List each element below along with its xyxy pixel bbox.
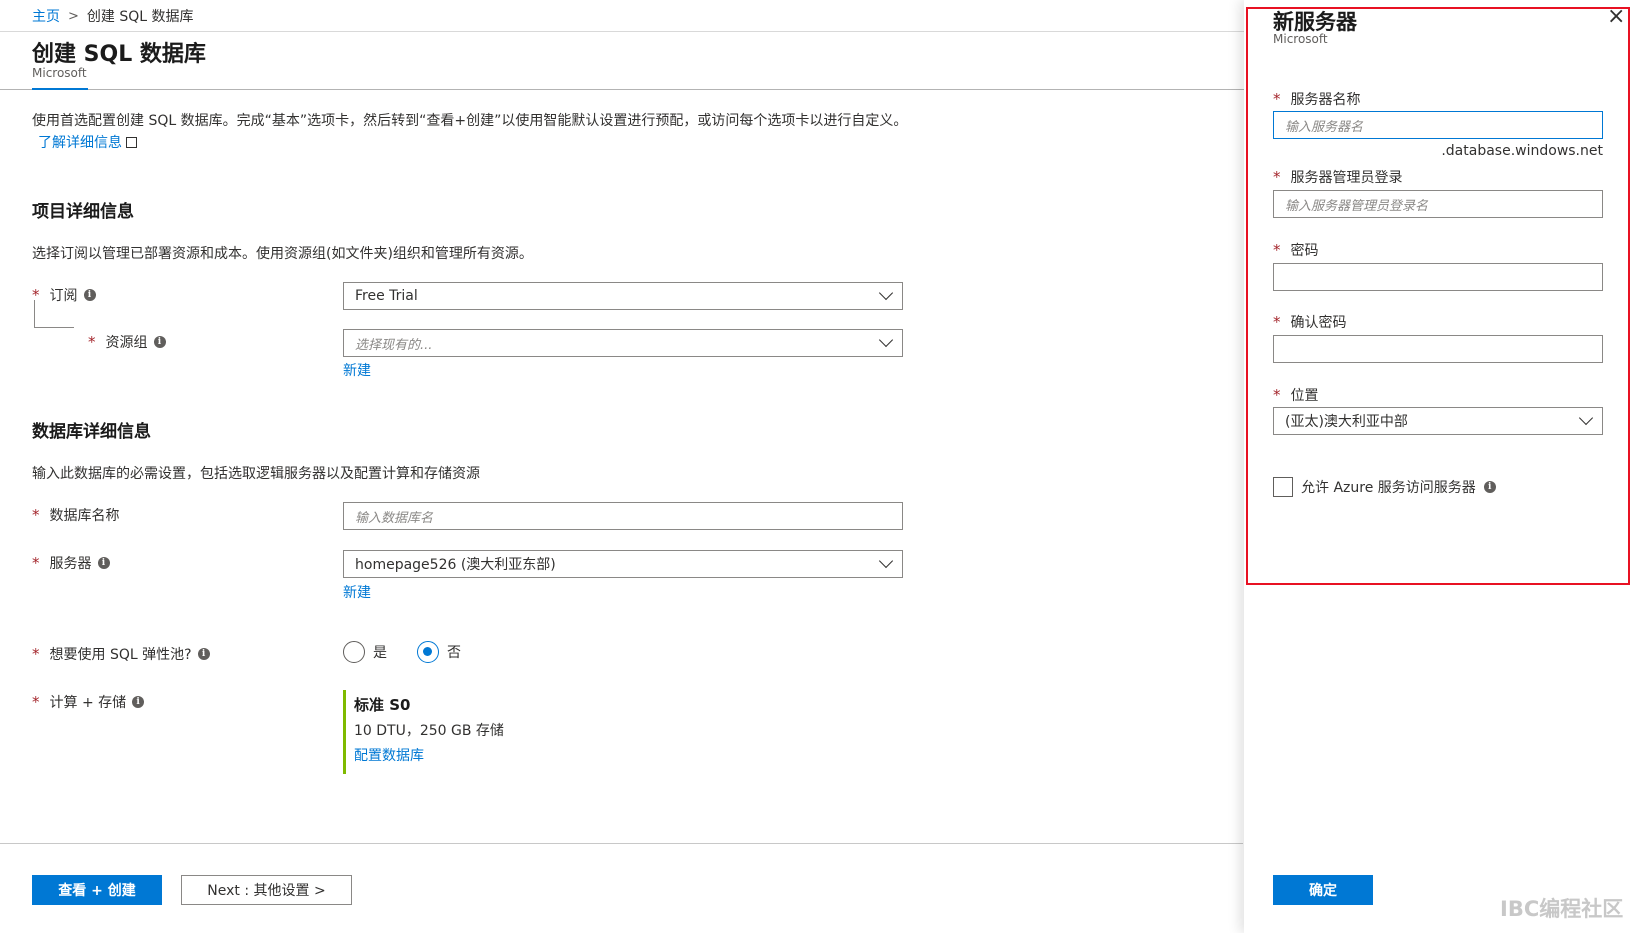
allow-azure-label[interactable]: 允许 Azure 服务访问服务器: [1301, 477, 1476, 497]
confirm-password-input[interactable]: [1273, 335, 1603, 363]
breadcrumb: 主页 > 创建 SQL 数据库: [32, 6, 194, 26]
tier-indicator-bar: [343, 690, 346, 774]
location-label: * 位置: [1273, 385, 1319, 405]
admin-login-label-text: 服务器管理员登录: [1290, 170, 1403, 186]
breadcrumb-current: 创建 SQL 数据库: [86, 9, 194, 25]
elastic-pool-radio-group: 是 否: [343, 641, 461, 663]
intro-description: 使用首选配置创建 SQL 数据库。完成“基本”选项卡，然后转到“查看+创建”以使…: [32, 113, 908, 129]
server-name-label-text: 服务器名称: [1290, 92, 1361, 108]
database-details-title: 数据库详细信息: [32, 422, 151, 442]
new-server-link[interactable]: 新建: [343, 582, 371, 602]
info-icon[interactable]: i: [1483, 481, 1496, 493]
elastic-no-label[interactable]: 否: [447, 642, 461, 662]
required-asterisk: *: [1273, 168, 1281, 186]
confirm-password-label: * 确认密码: [1273, 312, 1347, 332]
location-select[interactable]: (亚太)澳大利亚中部: [1273, 407, 1603, 435]
location-value: (亚太)澳大利亚中部: [1285, 414, 1408, 430]
chevron-down-icon: [878, 332, 894, 348]
compute-storage-label-text: 计算 + 存储: [49, 695, 127, 711]
server-label: * 服务器 i: [32, 553, 110, 573]
server-label-text: 服务器: [49, 556, 92, 572]
allow-azure-checkbox[interactable]: [1273, 477, 1293, 497]
elastic-pool-label-text: 想要使用 SQL 弹性池?: [49, 647, 192, 663]
required-asterisk: *: [1273, 313, 1281, 331]
info-icon[interactable]: i: [97, 557, 110, 569]
elastic-yes-label[interactable]: 是: [373, 642, 387, 662]
server-name-label: * 服务器名称: [1273, 89, 1361, 109]
tab-basics-indicator: [32, 88, 88, 90]
panel-subtitle: Microsoft: [1273, 32, 1328, 46]
close-icon[interactable]: ×: [1607, 6, 1625, 28]
chevron-down-icon: [1578, 410, 1594, 426]
required-asterisk: *: [32, 506, 40, 524]
info-icon[interactable]: i: [153, 336, 166, 348]
server-select[interactable]: homepage526 (澳大利亚东部): [343, 550, 903, 578]
password-label: * 密码: [1273, 240, 1319, 260]
confirm-password-label-text: 确认密码: [1290, 315, 1347, 331]
location-label-text: 位置: [1290, 388, 1319, 404]
subscription-label: * 订阅 i: [32, 285, 96, 305]
resource-group-label-text: 资源组: [105, 335, 148, 351]
subscription-label-text: 订阅: [49, 288, 78, 304]
subscription-value: Free Trial: [355, 288, 418, 304]
page-title: 创建 SQL 数据库: [32, 42, 206, 67]
project-details-title: 项目详细信息: [32, 202, 134, 222]
external-link-icon: [126, 137, 137, 148]
admin-login-input[interactable]: 输入服务器管理员登录名: [1273, 190, 1603, 218]
resource-group-select[interactable]: 选择现有的...: [343, 329, 903, 357]
required-asterisk: *: [32, 645, 40, 663]
database-name-placeholder: 输入数据库名: [355, 510, 434, 526]
server-name-placeholder: 输入服务器名: [1285, 119, 1364, 135]
ok-button[interactable]: 确定: [1273, 875, 1373, 905]
elastic-no-radio[interactable]: [417, 641, 439, 663]
database-details-description: 输入此数据库的必需设置，包括选取逻辑服务器以及配置计算和存储资源: [32, 466, 480, 482]
resource-group-label: * 资源组 i: [88, 332, 166, 352]
learn-more-link[interactable]: 了解详细信息: [38, 135, 122, 151]
required-asterisk: *: [32, 554, 40, 572]
tree-connector: [34, 300, 35, 328]
breadcrumb-home-link[interactable]: 主页: [32, 6, 60, 26]
required-asterisk: *: [1273, 90, 1281, 108]
project-details-description: 选择订阅以管理已部署资源和成本。使用资源组(如文件夹)组织和管理所有资源。: [32, 246, 533, 262]
password-input[interactable]: [1273, 263, 1603, 291]
info-icon[interactable]: i: [197, 648, 210, 660]
chevron-down-icon: [878, 553, 894, 569]
server-value: homepage526 (澳大利亚东部): [355, 557, 556, 573]
database-name-label: * 数据库名称: [32, 505, 120, 525]
chevron-right-icon: >: [68, 8, 79, 24]
admin-login-label: * 服务器管理员登录: [1273, 167, 1403, 187]
page-subtitle: Microsoft: [32, 66, 87, 80]
next-button[interactable]: Next : 其他设置 >: [181, 875, 352, 905]
tier-name: 标准 S0: [354, 696, 411, 714]
password-label-text: 密码: [1290, 243, 1319, 259]
divider: [0, 31, 1250, 32]
compute-storage-label: * 计算 + 存储 i: [32, 692, 145, 712]
intro-text: 使用首选配置创建 SQL 数据库。完成“基本”选项卡，然后转到“查看+创建”以使…: [32, 110, 912, 154]
required-asterisk: *: [1273, 241, 1281, 259]
review-create-button[interactable]: 查看 + 创建: [32, 875, 162, 905]
footer-divider: [0, 843, 1243, 844]
elastic-yes-radio[interactable]: [343, 641, 365, 663]
divider: [0, 89, 1250, 90]
chevron-down-icon: [878, 285, 894, 301]
new-resource-group-link[interactable]: 新建: [343, 360, 371, 380]
subscription-select[interactable]: Free Trial: [343, 282, 903, 310]
database-name-input[interactable]: 输入数据库名: [343, 502, 903, 530]
resource-group-placeholder: 选择现有的...: [355, 337, 433, 353]
allow-azure-row: 允许 Azure 服务访问服务器 i: [1273, 477, 1496, 497]
domain-suffix: .database.windows.net: [1441, 143, 1603, 159]
info-icon[interactable]: i: [83, 289, 96, 301]
tree-connector: [34, 327, 74, 328]
required-asterisk: *: [88, 333, 96, 351]
elastic-pool-label: * 想要使用 SQL 弹性池? i: [32, 644, 210, 664]
info-icon[interactable]: i: [132, 696, 145, 708]
admin-login-placeholder: 输入服务器管理员登录名: [1285, 198, 1429, 214]
database-name-label-text: 数据库名称: [49, 508, 120, 524]
tier-detail: 10 DTU，250 GB 存储: [354, 723, 504, 739]
watermark: IBC编程社区: [1500, 897, 1624, 921]
required-asterisk: *: [1273, 386, 1281, 404]
server-name-input[interactable]: 输入服务器名: [1273, 111, 1603, 139]
configure-database-link[interactable]: 配置数据库: [354, 745, 424, 765]
required-asterisk: *: [32, 693, 40, 711]
